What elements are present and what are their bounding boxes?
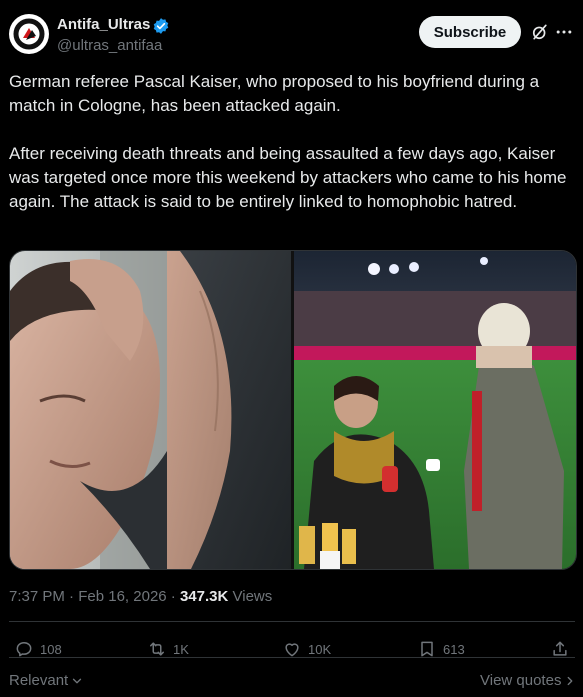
photo-stadium-proposal[interactable] [294, 251, 576, 569]
reply-icon [16, 642, 32, 657]
views-count: 347.3K [179, 588, 229, 605]
post-card: Antifa_Ultras @ultras_antifaa Subscribe … [0, 0, 583, 697]
photo-injured-face[interactable] [10, 251, 291, 569]
author-name[interactable]: Antifa_Ultras [57, 16, 150, 33]
meta-separator: · [166, 588, 180, 605]
chevron-right-icon [568, 676, 573, 685]
verified-badge-icon [153, 18, 169, 34]
media-grid [9, 250, 577, 570]
more-icon[interactable] [554, 22, 574, 42]
relevant-label: Relevant [9, 672, 69, 689]
view-quotes-label: View quotes [480, 672, 562, 689]
post-text: German referee Pascal Kaiser, who propos… [9, 70, 569, 214]
like-count: 10K [308, 641, 332, 657]
repost-icon [150, 642, 164, 656]
sort-relevant-dropdown[interactable]: Relevant [9, 672, 84, 689]
author-handle[interactable]: @ultras_antifaa [57, 37, 162, 54]
grok-icon[interactable] [530, 22, 550, 42]
bookmark-icon [421, 641, 433, 657]
post-time[interactable]: 7:37 PM [9, 588, 65, 605]
post-meta: 7:37 PM · Feb 16, 2026 · 347.3K Views [9, 588, 272, 605]
avatar[interactable] [9, 14, 49, 54]
repost-count: 1K [173, 641, 189, 657]
view-quotes-link[interactable]: View quotes [480, 672, 577, 689]
chevron-down-icon [73, 678, 82, 683]
subscribe-button[interactable]: Subscribe [419, 16, 521, 48]
share-button[interactable] [550, 639, 570, 659]
bookmark-button[interactable]: 613 [417, 639, 465, 659]
bookmark-count: 613 [443, 641, 465, 657]
share-icon [553, 641, 567, 656]
post-date[interactable]: Feb 16, 2026 [78, 588, 166, 605]
antifa-logo [10, 15, 48, 53]
post-paragraph: After receiving death threats and being … [9, 144, 567, 211]
divider [9, 621, 575, 622]
meta-separator: · [64, 588, 79, 605]
post-paragraph: German referee Pascal Kaiser, who propos… [9, 72, 540, 115]
reply-count: 108 [40, 641, 62, 657]
views-label: Views [228, 588, 273, 605]
divider [9, 657, 575, 658]
reply-button[interactable]: 108 [14, 639, 62, 659]
like-button[interactable]: 10K [282, 639, 331, 659]
repost-button[interactable]: 1K [147, 639, 189, 659]
heart-icon [285, 643, 299, 657]
